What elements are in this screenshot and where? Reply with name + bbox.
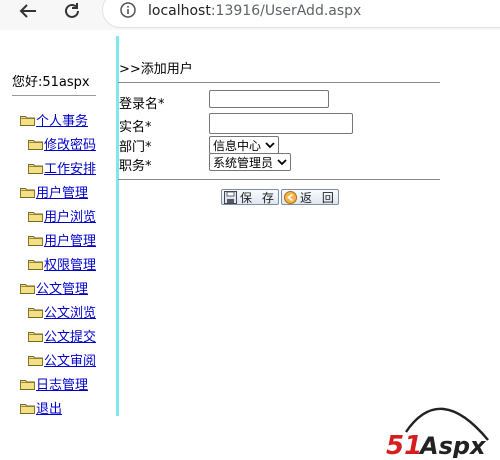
nav-link-log-management[interactable]: 日志管理 <box>36 374 88 393</box>
folder-icon <box>20 282 35 294</box>
login-name-label: 登录名* <box>119 97 165 112</box>
nav-item-user-admin[interactable]: 用户管理 <box>28 230 96 249</box>
breadcrumb: >>添加用户 <box>119 62 193 77</box>
nav-link-user-admin[interactable]: 用户管理 <box>44 230 96 249</box>
nav-item-user-browse[interactable]: 用户浏览 <box>28 206 96 225</box>
login-name-input[interactable] <box>209 90 329 108</box>
svg-text:Aspx: Aspx <box>418 432 487 458</box>
folder-icon <box>28 258 43 270</box>
real-name-input[interactable] <box>209 113 353 134</box>
nav-link-logout[interactable]: 退出 <box>36 398 62 417</box>
nav-item-document-review[interactable]: 公文审阅 <box>28 350 96 369</box>
url-host: localhost <box>148 3 211 19</box>
department-select[interactable]: 信息中心 <box>209 136 279 154</box>
chevron-down-icon <box>265 142 275 149</box>
browser-toolbar: localhost:13916/UserAdd.aspx <box>0 0 500 30</box>
nav-item-document-submit[interactable]: 公文提交 <box>28 326 96 345</box>
folder-icon <box>28 306 43 318</box>
nav-link-personal-affairs[interactable]: 个人事务 <box>36 110 88 129</box>
return-icon <box>284 190 297 204</box>
reload-icon[interactable] <box>60 0 84 22</box>
greeting-text: 您好:51aspx <box>12 75 90 90</box>
folder-icon <box>28 210 43 222</box>
back-label: 返 回 <box>300 190 337 205</box>
nav-link-document-management[interactable]: 公文管理 <box>36 278 88 297</box>
greeting-underline <box>12 95 96 96</box>
back-button[interactable]: 返 回 <box>281 189 339 205</box>
nav-link-permission-management[interactable]: 权限管理 <box>44 254 96 273</box>
save-button[interactable]: 保 存 <box>221 189 279 205</box>
folder-icon <box>20 378 35 390</box>
folder-icon <box>28 234 43 246</box>
nav-item-document-management[interactable]: 公文管理 <box>20 278 88 297</box>
top-rule <box>118 82 440 83</box>
department-selected: 信息中心 <box>213 138 262 153</box>
nav-item-change-password[interactable]: 修改密码 <box>28 134 96 153</box>
nav-item-logout[interactable]: 退出 <box>20 398 62 417</box>
save-disk-icon <box>224 190 237 204</box>
save-label: 保 存 <box>240 190 277 205</box>
nav-item-personal-affairs[interactable]: 个人事务 <box>20 110 88 129</box>
folder-icon <box>20 402 35 414</box>
position-selected: 系统管理员 <box>213 155 274 170</box>
svg-text:51: 51 <box>386 431 422 458</box>
url-path: :13916/UserAdd.aspx <box>210 3 362 19</box>
nav-link-work-schedule[interactable]: 工作安排 <box>44 158 96 177</box>
nav-link-document-browse[interactable]: 公文浏览 <box>44 302 96 321</box>
folder-icon <box>28 330 43 342</box>
nav-link-document-submit[interactable]: 公文提交 <box>44 326 96 345</box>
info-icon[interactable] <box>120 2 136 18</box>
nav-item-user-management[interactable]: 用户管理 <box>20 182 88 201</box>
nav-link-document-review[interactable]: 公文审阅 <box>44 350 96 369</box>
back-arrow-icon[interactable] <box>16 0 40 22</box>
bottom-rule <box>118 179 440 180</box>
url-text[interactable]: localhost:13916/UserAdd.aspx <box>148 3 361 19</box>
51aspx-logo: 51 Aspx <box>386 407 489 458</box>
folder-icon <box>20 186 35 198</box>
nav-item-work-schedule[interactable]: 工作安排 <box>28 158 96 177</box>
folder-icon <box>28 162 43 174</box>
nav-item-permission-management[interactable]: 权限管理 <box>28 254 96 273</box>
nav-item-log-management[interactable]: 日志管理 <box>20 374 88 393</box>
department-label: 部门* <box>119 140 152 155</box>
position-label: 职务* <box>119 159 152 174</box>
nav-link-user-browse[interactable]: 用户浏览 <box>44 206 96 225</box>
chevron-down-icon <box>277 159 287 166</box>
folder-icon <box>28 354 43 366</box>
nav-link-user-management[interactable]: 用户管理 <box>36 182 88 201</box>
real-name-label: 实名* <box>119 120 152 135</box>
nav-link-change-password[interactable]: 修改密码 <box>44 134 96 153</box>
position-select[interactable]: 系统管理员 <box>209 153 291 171</box>
nav-item-document-browse[interactable]: 公文浏览 <box>28 302 96 321</box>
folder-icon <box>28 138 43 150</box>
folder-icon <box>20 114 35 126</box>
